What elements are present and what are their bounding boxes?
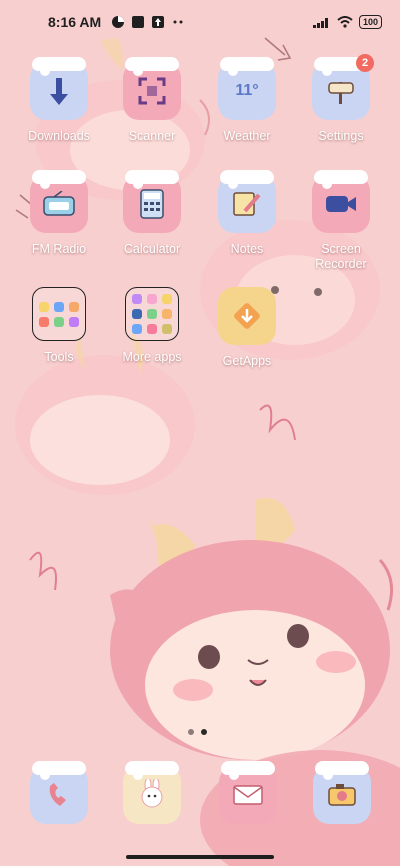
getapps-icon <box>218 287 276 345</box>
app-settings[interactable]: 2 Settings <box>295 54 387 144</box>
app-label: FM Radio <box>31 242 87 256</box>
app-weather[interactable]: 11° Weather <box>201 57 293 144</box>
camera-icon <box>313 761 371 824</box>
scan-icon <box>123 57 181 120</box>
mail-icon <box>219 761 277 824</box>
dock-phone[interactable] <box>30 761 88 824</box>
app-label: Calculator <box>123 242 181 256</box>
square-icon <box>132 16 145 28</box>
upload-icon <box>152 16 165 28</box>
app-calculator[interactable]: Calculator <box>106 170 198 257</box>
app-label: Weather <box>223 129 271 143</box>
signal-icon <box>312 18 328 28</box>
pie-icon <box>112 16 125 28</box>
page-indicator[interactable] <box>188 729 207 735</box>
folder-tools[interactable]: Tools <box>13 287 105 365</box>
app-label: Notes <box>230 242 264 256</box>
app-label: More apps <box>122 350 182 364</box>
dock-bunny-app[interactable] <box>123 761 181 824</box>
app-label: Settings <box>318 129 364 143</box>
app-label: Tools <box>44 350 74 364</box>
app-getapps[interactable]: GetApps <box>201 287 293 369</box>
radio-icon <box>30 170 88 233</box>
page-dot[interactable] <box>188 729 194 735</box>
battery-icon: 100 <box>358 15 382 29</box>
app-fm-radio[interactable]: FM Radio <box>13 170 105 257</box>
app-label: Downloads <box>28 129 90 143</box>
app-label: GetApps <box>222 354 272 368</box>
app-label: Scanner <box>128 129 176 143</box>
recorder-icon <box>312 170 370 233</box>
home-indicator[interactable] <box>126 855 274 859</box>
status-bar: 8:16 AM 100 <box>0 0 400 44</box>
download-icon <box>30 57 88 120</box>
app-scanner[interactable]: Scanner <box>106 57 198 144</box>
page-dot-active[interactable] <box>201 729 207 735</box>
folder-icon <box>32 287 86 341</box>
folder-icon <box>125 287 179 341</box>
app-downloads[interactable]: Downloads <box>13 57 105 144</box>
status-time: 8:16 AM <box>48 14 102 30</box>
app-notes[interactable]: Notes <box>201 170 293 257</box>
app-screen-recorder[interactable]: Screen Recorder <box>295 170 387 272</box>
settings-icon: 2 <box>312 54 374 120</box>
app-label: Screen Recorder <box>315 242 367 271</box>
notification-badge: 2 <box>356 54 374 72</box>
more-icon <box>173 20 183 24</box>
phone-icon <box>30 761 88 824</box>
folder-more-apps[interactable]: More apps <box>106 287 198 365</box>
bunny-icon <box>123 761 181 824</box>
dock-mail[interactable] <box>219 761 277 824</box>
wifi-icon <box>337 16 353 28</box>
notes-icon <box>218 170 276 233</box>
calculator-icon <box>123 170 181 233</box>
dock-camera[interactable] <box>313 761 371 824</box>
weather-icon: 11° <box>218 57 276 120</box>
weather-temp: 11° <box>235 82 259 99</box>
